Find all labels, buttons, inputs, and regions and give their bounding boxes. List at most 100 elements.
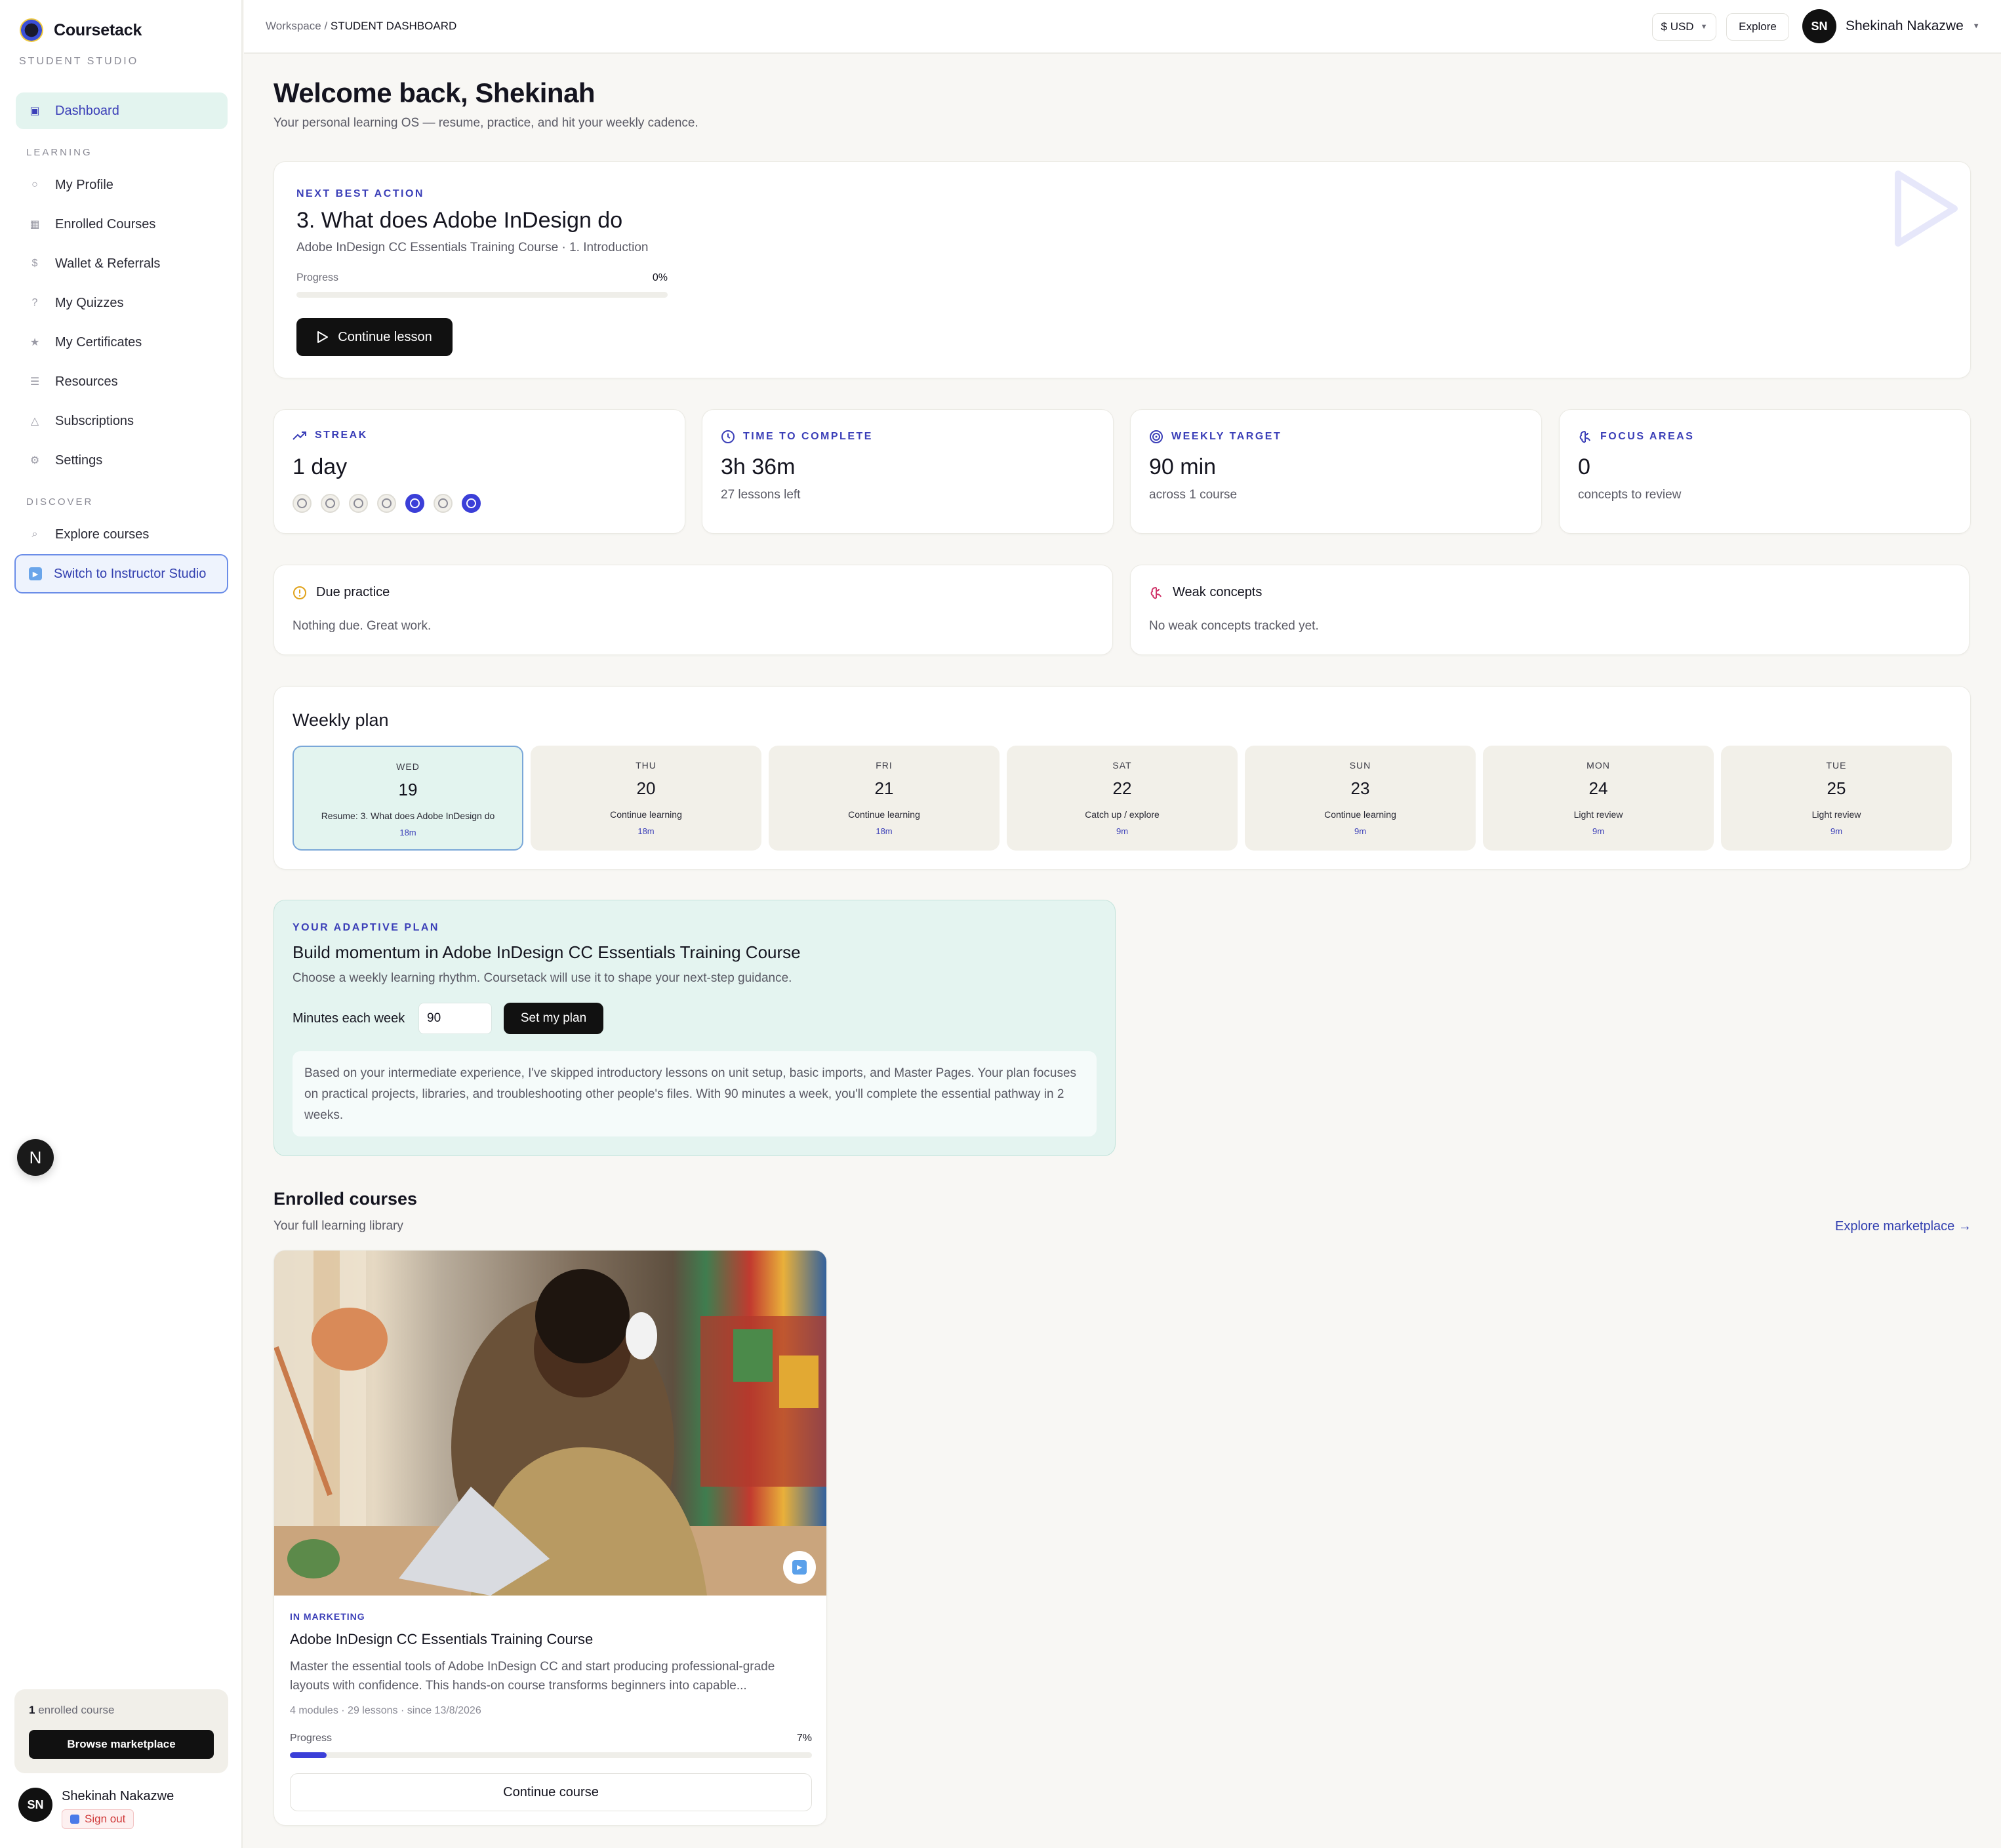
focus-label-text: FOCUS AREAS bbox=[1600, 431, 1695, 442]
day-card[interactable]: THU 20 Continue learning 18m bbox=[531, 746, 761, 851]
browse-marketplace-button[interactable]: Browse marketplace bbox=[29, 1730, 214, 1759]
page-title: Welcome back, Shekinah bbox=[273, 77, 596, 108]
day-name: MON bbox=[1587, 760, 1610, 771]
avatar[interactable]: SN bbox=[18, 1788, 52, 1822]
currency-select[interactable]: $ USD ▼ bbox=[1652, 13, 1716, 41]
brain-icon bbox=[1150, 586, 1162, 599]
page-subtitle: Your personal learning OS — resume, prac… bbox=[273, 116, 698, 130]
sidebar-item-settings[interactable]: ⚙ Settings bbox=[16, 442, 228, 479]
day-date: 24 bbox=[1588, 778, 1608, 798]
day-card[interactable]: TUE 25 Light review 9m bbox=[1721, 746, 1952, 851]
target-label: WEEKLY TARGET bbox=[1149, 430, 1282, 444]
breadcrumb-root[interactable]: Workspace / bbox=[266, 20, 327, 32]
streak-day-dot bbox=[434, 494, 453, 513]
enrolled-count-text: 1 enrolled course bbox=[29, 1704, 114, 1717]
minutes-input[interactable] bbox=[418, 1003, 492, 1034]
sidebar-item-enrolled-courses[interactable]: ▦ Enrolled Courses bbox=[16, 206, 228, 243]
sidebar-item-certificates[interactable]: ★ My Certificates bbox=[16, 324, 228, 361]
day-card[interactable]: MON 24 Light review 9m bbox=[1483, 746, 1714, 851]
sidebar-item-profile[interactable]: ○ My Profile bbox=[16, 167, 228, 203]
set-plan-button[interactable]: Set my plan bbox=[504, 1003, 603, 1034]
day-label: Continue learning bbox=[848, 809, 920, 820]
adaptive-title: Build momentum in Adobe InDesign CC Esse… bbox=[293, 942, 801, 962]
time-card: TIME TO COMPLETE 3h 36m 27 lessons left bbox=[702, 409, 1114, 534]
switch-instructor-button[interactable]: ▶ Switch to Instructor Studio bbox=[14, 554, 228, 593]
section-learning: LEARNING bbox=[26, 147, 92, 158]
weekly-plan-card: Weekly plan WED 19 Resume: 3. What does … bbox=[273, 686, 1971, 870]
course-title[interactable]: Adobe InDesign CC Essentials Training Co… bbox=[290, 1631, 593, 1648]
day-card[interactable]: SUN 23 Continue learning 9m bbox=[1245, 746, 1476, 851]
course-card: ▶ IN MARKETING Adobe InDesign CC Essenti… bbox=[273, 1250, 827, 1826]
day-name: TUE bbox=[1826, 760, 1847, 771]
streak-label-text: STREAK bbox=[315, 430, 368, 441]
streak-label: STREAK bbox=[293, 430, 368, 441]
weak-concepts-head: Weak concepts bbox=[1149, 585, 1262, 600]
sidebar: Coursetack STUDENT STUDIO ▣ Dashboard LE… bbox=[0, 0, 243, 1848]
focus-sub: concepts to review bbox=[1578, 488, 1682, 502]
sidebar-item-label: Resources bbox=[55, 374, 118, 389]
topbar: Workspace / STUDENT DASHBOARD $ USD ▼ Ex… bbox=[244, 0, 2001, 54]
day-card[interactable]: SAT 22 Catch up / explore 9m bbox=[1007, 746, 1238, 851]
continue-course-button[interactable]: Continue course bbox=[290, 1773, 812, 1811]
sidebar-item-label: Subscriptions bbox=[55, 413, 134, 428]
day-label: Light review bbox=[1573, 809, 1623, 820]
play-icon: ▶ bbox=[29, 567, 42, 580]
day-date: 21 bbox=[874, 778, 894, 798]
day-date: 25 bbox=[1827, 778, 1846, 798]
focus-value: 0 bbox=[1578, 454, 1590, 479]
explore-marketplace-link[interactable]: Explore marketplace → bbox=[1835, 1219, 1971, 1234]
day-label: Light review bbox=[1811, 809, 1861, 820]
day-minutes: 9m bbox=[1592, 826, 1605, 836]
play-icon bbox=[317, 331, 329, 343]
nba-title: 3. What does Adobe InDesign do bbox=[296, 208, 623, 233]
sidebar-user: SN Shekinah Nakazwe Sign out bbox=[18, 1788, 174, 1829]
enrolled-count-label: enrolled course bbox=[38, 1704, 115, 1716]
sidebar-item-subscriptions[interactable]: △ Subscriptions bbox=[16, 403, 228, 439]
streak-day-dot bbox=[462, 494, 481, 513]
target-icon bbox=[1150, 430, 1163, 443]
explore-button[interactable]: Explore bbox=[1726, 13, 1789, 41]
gear-icon: ⚙ bbox=[30, 455, 40, 466]
day-name: WED bbox=[396, 761, 420, 772]
sidebar-item-dashboard[interactable]: ▣ Dashboard bbox=[16, 92, 228, 129]
course-meta: 4 modules · 29 lessons · since 13/8/2026 bbox=[290, 1705, 481, 1716]
sidebar-item-wallet[interactable]: $ Wallet & Referrals bbox=[16, 245, 228, 282]
day-minutes: 9m bbox=[1354, 826, 1367, 836]
day-minutes: 9m bbox=[1830, 826, 1843, 836]
course-category: IN MARKETING bbox=[290, 1611, 365, 1622]
day-date: 22 bbox=[1112, 778, 1132, 798]
sidebar-item-quizzes[interactable]: ? My Quizzes bbox=[16, 285, 228, 321]
next-best-action-card: NEXT BEST ACTION 3. What does Adobe InDe… bbox=[273, 161, 1971, 378]
clock-icon bbox=[721, 430, 735, 443]
day-card[interactable]: WED 19 Resume: 3. What does Adobe InDesi… bbox=[293, 746, 523, 851]
nba-subtitle: Adobe InDesign CC Essentials Training Co… bbox=[296, 241, 649, 254]
book-icon: ▦ bbox=[30, 219, 40, 230]
streak-day-dot bbox=[405, 494, 424, 513]
streak-day-dot bbox=[293, 494, 312, 513]
sign-out-label: Sign out bbox=[85, 1813, 126, 1825]
section-discover: DISCOVER bbox=[26, 496, 94, 508]
day-minutes: 9m bbox=[1116, 826, 1129, 836]
course-thumbnail[interactable]: ▶ bbox=[274, 1251, 826, 1596]
floating-n-badge[interactable]: N bbox=[17, 1139, 54, 1176]
question-icon: ? bbox=[31, 297, 38, 308]
sidebar-item-explore[interactable]: ⌕ Explore courses bbox=[16, 516, 228, 553]
continue-lesson-button[interactable]: Continue lesson bbox=[296, 318, 453, 356]
time-value: 3h 36m bbox=[721, 454, 796, 479]
course-play-button[interactable]: ▶ bbox=[783, 1551, 816, 1584]
user-menu[interactable]: SN Shekinah Nakazwe ▼ bbox=[1802, 9, 1980, 43]
sidebar-item-resources[interactable]: ☰ Resources bbox=[16, 363, 228, 400]
breadcrumb: Workspace / STUDENT DASHBOARD bbox=[266, 20, 456, 33]
nba-progress-value: 0% bbox=[652, 272, 668, 283]
sidebar-user-name: Shekinah Nakazwe bbox=[62, 1789, 174, 1803]
brand[interactable]: Coursetack bbox=[20, 18, 142, 42]
chevron-down-icon: ▼ bbox=[1972, 22, 1980, 30]
sidebar-item-label: Enrolled Courses bbox=[55, 216, 156, 231]
sign-out-button[interactable]: Sign out bbox=[62, 1809, 134, 1829]
adaptive-subtitle: Choose a weekly learning rhythm. Courset… bbox=[293, 971, 792, 985]
day-minutes: 18m bbox=[637, 826, 655, 836]
day-card[interactable]: FRI 21 Continue learning 18m bbox=[769, 746, 1000, 851]
course-thumbnail-art bbox=[274, 1251, 826, 1596]
time-label: TIME TO COMPLETE bbox=[721, 430, 873, 444]
due-practice-title: Due practice bbox=[316, 585, 390, 599]
